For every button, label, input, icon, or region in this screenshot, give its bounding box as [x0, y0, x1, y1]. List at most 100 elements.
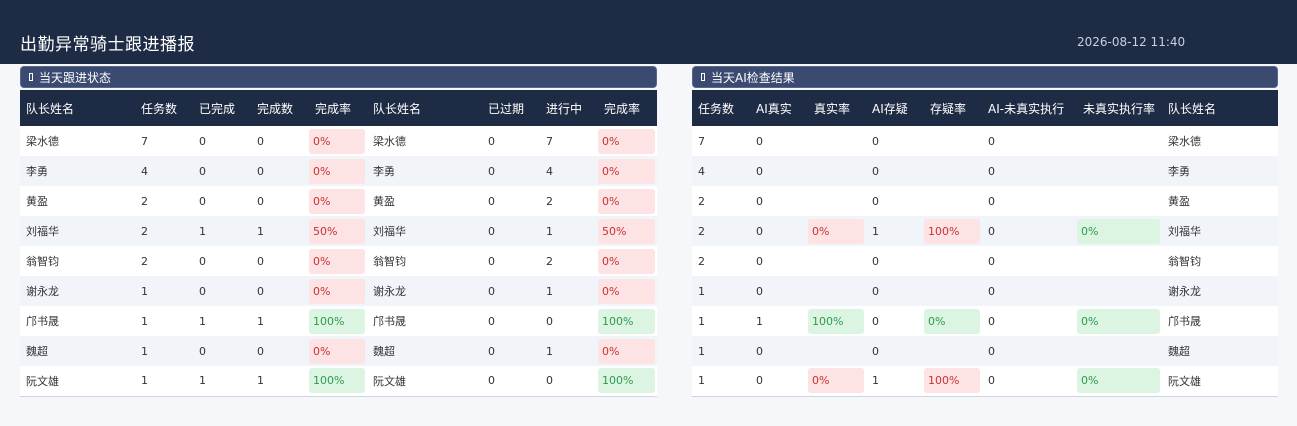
table-cell: 2 — [540, 246, 598, 276]
table-cell: 0 — [750, 216, 808, 246]
table-cell — [808, 336, 866, 366]
table-cell: 0 — [866, 336, 924, 366]
rate-badge: 0% — [598, 278, 655, 304]
table-cell: 0 — [482, 366, 540, 397]
table-cell: 1 — [750, 306, 808, 336]
column-header: 已过期 — [482, 90, 540, 126]
table-cell: 0 — [193, 126, 251, 156]
table-cell: 1 — [135, 276, 193, 306]
table-cell: 0 — [482, 126, 540, 156]
table-cell: 0 — [540, 366, 598, 397]
table-cell — [808, 126, 866, 156]
rate-badge: 100% — [924, 368, 980, 394]
table-cell — [808, 156, 866, 186]
table-cell: 0% — [309, 186, 367, 216]
top-bar: 出勤异常骑士跟进播报 2026-08-12 11:40 — [0, 0, 1297, 64]
table-cell: 1 — [866, 216, 924, 246]
table-cell: 7 — [540, 126, 598, 156]
table-cell: 1 — [540, 336, 598, 366]
table-cell: 0 — [540, 306, 598, 336]
rate-badge: 0% — [808, 218, 864, 244]
table-row: 谢永龙 1 0 0 0% 谢永龙 0 1 0% — [20, 276, 657, 306]
table-cell: 4 — [135, 156, 193, 186]
table-cell: 0 — [482, 276, 540, 306]
table-cell: 4 — [540, 156, 598, 186]
table-cell — [1077, 156, 1162, 186]
table-cell: 0% — [309, 336, 367, 366]
table-cell: 0% — [808, 216, 866, 246]
table-row: 翁智钧 2 0 0 0% 翁智钧 0 2 0% — [20, 246, 657, 276]
table-cell: 0% — [924, 306, 982, 336]
table-cell: 2 — [540, 186, 598, 216]
table-cell: 50% — [598, 216, 657, 246]
ai-check-table: 任务数 AI真实 真实率 AI存疑 存疑率 AI-未真实执行 未真实执行率 队长姓名 7000… — [692, 90, 1278, 397]
table-cell: 0 — [866, 126, 924, 156]
table-cell: 0 — [866, 186, 924, 216]
table-row: 2 0 0 0 翁智钧 — [692, 246, 1278, 276]
table-cell: 0% — [598, 246, 657, 276]
table-cell: 0 — [482, 216, 540, 246]
table-row: 梁水德 7 0 0 0% 梁水德 0 7 0% — [20, 126, 657, 156]
column-header: 真实率 — [808, 90, 866, 126]
table-row: 1 1 100% 0 0% 0 0% 邝书晟 — [692, 306, 1278, 336]
column-header: 存疑率 — [924, 90, 982, 126]
table-cell: 0% — [598, 126, 657, 156]
rate-badge: 100% — [309, 368, 365, 394]
table-cell: 0 — [482, 336, 540, 366]
table-cell — [808, 186, 866, 216]
table-cell: 1 — [135, 366, 193, 397]
table-cell: 0% — [1077, 216, 1162, 246]
table-cell: 0 — [750, 366, 808, 397]
table-cell: 梁水德 — [1162, 126, 1278, 156]
table-cell: 魏超 — [1162, 336, 1278, 366]
table-cell: 翁智钧 — [367, 246, 482, 276]
table-cell: 0 — [982, 216, 1077, 246]
table-cell: 0 — [982, 186, 1077, 216]
table-cell: 魏超 — [367, 336, 482, 366]
table-cell: 0 — [982, 306, 1077, 336]
table-cell — [1077, 276, 1162, 306]
table-cell — [808, 246, 866, 276]
table-cell: 1 — [251, 306, 309, 336]
table-cell: 李勇 — [20, 156, 135, 186]
table-cell: 刘福华 — [367, 216, 482, 246]
table-cell: 0 — [982, 276, 1077, 306]
table-cell — [924, 246, 982, 276]
table-header-row: 任务数 AI真实 真实率 AI存疑 存疑率 AI-未真实执行 未真实执行率 队长姓名 — [692, 90, 1278, 126]
table-row: 1 0 0 0 谢永龙 — [692, 276, 1278, 306]
table-cell: 0 — [251, 186, 309, 216]
rate-badge: 0% — [808, 368, 864, 394]
table-cell: 0 — [866, 156, 924, 186]
table-cell: 谢永龙 — [1162, 276, 1278, 306]
table-cell: 李勇 — [367, 156, 482, 186]
table-cell: 100% — [924, 366, 982, 397]
table-cell: 谢永龙 — [367, 276, 482, 306]
table-row: 2 0 0% 1 100% 0 0% 刘福华 — [692, 216, 1278, 246]
table-cell: 刘福华 — [1162, 216, 1278, 246]
table-cell: 0% — [309, 246, 367, 276]
section-title: 当天跟进状态 — [39, 70, 112, 85]
table-cell: 刘福华 — [20, 216, 135, 246]
table-row: 阮文雄 1 1 1 100% 阮文雄 0 0 100% — [20, 366, 657, 397]
ai-check-header: 当天AI检查结果 — [692, 66, 1278, 88]
column-header: 完成率 — [598, 90, 657, 126]
follow-up-status-header: 当天跟进状态 — [20, 66, 657, 88]
table-cell: 0 — [750, 186, 808, 216]
table-cell: 1 — [540, 276, 598, 306]
table-cell: 邝书晟 — [20, 306, 135, 336]
table-cell: 50% — [309, 216, 367, 246]
table-cell: 0 — [193, 156, 251, 186]
table-cell: 0 — [982, 126, 1077, 156]
table-cell: 0 — [482, 246, 540, 276]
table-cell: 100% — [309, 306, 367, 336]
table-cell: 0% — [598, 186, 657, 216]
table-cell: 0 — [750, 126, 808, 156]
section-marker-icon — [701, 73, 705, 81]
table-cell — [1077, 246, 1162, 276]
column-header: AI存疑 — [866, 90, 924, 126]
follow-up-status-panel: 当天跟进状态 队长姓名 任务数 已完成 完成数 完成率 队长姓名 已过期 进行中 完成率 梁水德… — [20, 66, 657, 397]
rate-badge: 0% — [309, 338, 365, 364]
table-cell: 0 — [193, 186, 251, 216]
rate-badge: 100% — [598, 368, 655, 394]
table-cell: 2 — [135, 246, 193, 276]
